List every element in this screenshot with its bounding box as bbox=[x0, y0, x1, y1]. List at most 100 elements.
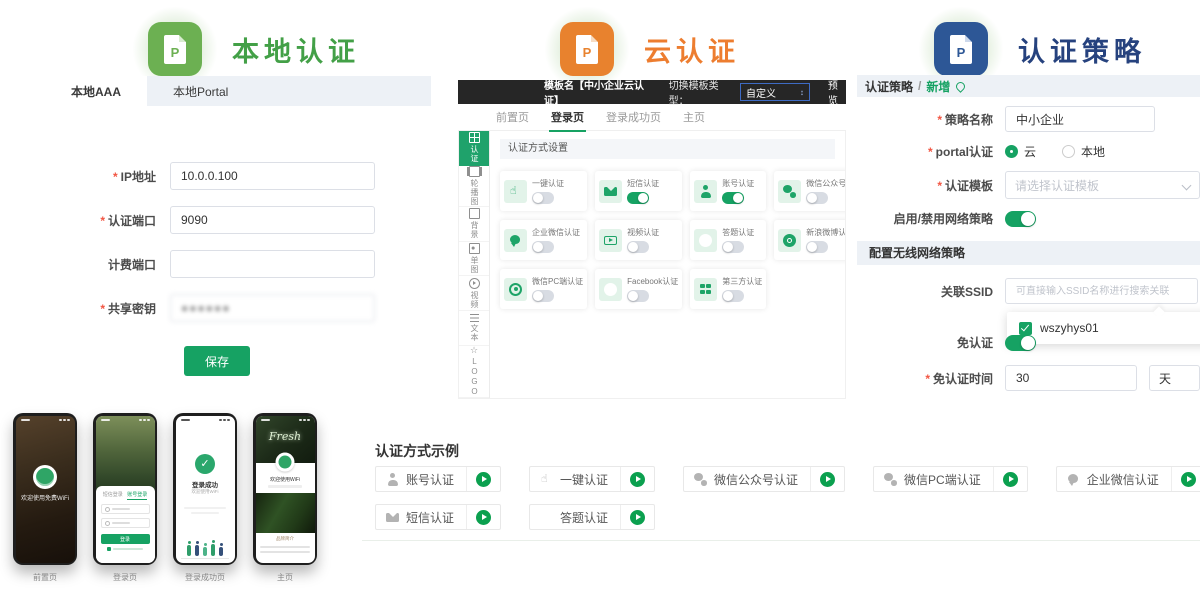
status-bar bbox=[261, 419, 310, 422]
free-auth-time-field[interactable] bbox=[1005, 365, 1137, 391]
phone-tab-sms-login[interactable]: 短信登录 bbox=[103, 491, 123, 500]
ssid-option[interactable]: wszyhys01 bbox=[1040, 321, 1099, 335]
checkbox-checked-icon[interactable] bbox=[1019, 322, 1032, 335]
ssid-dropdown: wszyhys01 bbox=[1007, 312, 1200, 344]
phone-caption: 前置页 bbox=[13, 572, 77, 583]
sidebar-item-auth[interactable]: 认证 bbox=[459, 131, 489, 166]
auth-policy-title: 认证策略 bbox=[1018, 30, 1146, 69]
free-auth-toggle[interactable] bbox=[1005, 335, 1036, 351]
play-icon bbox=[476, 510, 491, 525]
save-button[interactable]: 保存 bbox=[184, 346, 250, 376]
auth-template-label: *认证模板 bbox=[857, 177, 1005, 194]
wework-toggle[interactable] bbox=[532, 241, 554, 253]
time-unit-select[interactable]: 天 bbox=[1149, 365, 1200, 391]
facebook-toggle[interactable] bbox=[627, 290, 649, 302]
method-card-wechat-official: 微信公众号认证 bbox=[774, 171, 845, 211]
example-pill-sms: 短信认证 bbox=[375, 504, 501, 530]
sidebar-item-video[interactable]: 视频 bbox=[459, 276, 489, 311]
accounting-port-field[interactable] bbox=[170, 250, 375, 278]
sms-toggle[interactable] bbox=[627, 192, 649, 204]
method-card-video: 视频认证 bbox=[595, 220, 682, 260]
phone-password-field[interactable] bbox=[101, 518, 150, 528]
examples-section-title: 认证方式示例 bbox=[375, 441, 459, 461]
tab-local-portal[interactable]: 本地Portal bbox=[147, 76, 254, 106]
lock-icon bbox=[105, 521, 110, 526]
radio-option-cloud[interactable]: 云 bbox=[1005, 143, 1036, 160]
method-card-thirdparty: 第三方认证 bbox=[690, 269, 766, 309]
phone-login-button[interactable]: 登录 bbox=[101, 534, 150, 544]
tab-login-success-page[interactable]: 登录成功页 bbox=[606, 109, 661, 125]
play-icon bbox=[476, 472, 491, 487]
method-card-wechat-pc: 微信PC端认证 bbox=[500, 269, 587, 309]
cloud-auth-title: 云认证 bbox=[644, 30, 740, 69]
weibo-icon bbox=[783, 234, 796, 247]
video-toggle[interactable] bbox=[627, 241, 649, 253]
thirdparty-toggle[interactable] bbox=[722, 290, 744, 302]
form-row: 关联SSID wszyhys01 bbox=[857, 278, 1200, 304]
account-icon bbox=[699, 185, 712, 198]
welcome-text: 欢迎使用WiFi bbox=[256, 476, 315, 483]
checkbox-icon[interactable] bbox=[107, 547, 111, 551]
tab-home-page[interactable]: 主页 bbox=[683, 109, 705, 125]
weibo-toggle[interactable] bbox=[806, 241, 828, 253]
play-icon bbox=[1003, 472, 1018, 487]
play-icon bbox=[469, 278, 480, 289]
breadcrumb-root[interactable]: 认证策略 bbox=[865, 78, 913, 95]
shared-secret-field[interactable] bbox=[170, 294, 375, 322]
tab-front-page[interactable]: 前置页 bbox=[496, 109, 529, 125]
auth-port-field[interactable] bbox=[170, 206, 375, 234]
sidebar-item-logo[interactable]: ☆LOGO bbox=[459, 346, 489, 398]
auth-template-select[interactable]: 请选择认证模板 bbox=[1005, 171, 1200, 199]
form-row: *认证端口 bbox=[0, 206, 430, 234]
auth-port-label: *认证端口 bbox=[0, 212, 170, 229]
tab-login-page[interactable]: 登录页 bbox=[551, 109, 584, 125]
sidebar-item-text[interactable]: 文本 bbox=[459, 311, 489, 346]
quiz-toggle[interactable] bbox=[722, 241, 744, 253]
sidebar-item-background[interactable]: 背景 bbox=[459, 207, 489, 242]
example-pill-one-key: 一键认证 bbox=[529, 466, 655, 492]
play-button[interactable] bbox=[1172, 472, 1200, 487]
play-button[interactable] bbox=[467, 510, 500, 525]
radio-unselected-icon[interactable] bbox=[1062, 145, 1075, 158]
account-toggle[interactable] bbox=[722, 192, 744, 204]
template-type-select[interactable]: 自定义 ↕ bbox=[740, 83, 810, 101]
play-button[interactable] bbox=[994, 472, 1027, 487]
play-icon bbox=[1181, 472, 1196, 487]
status-bar bbox=[101, 419, 150, 422]
play-button[interactable] bbox=[811, 472, 844, 487]
phone-username-field[interactable] bbox=[101, 504, 150, 514]
auth-policy-form: *策略名称 *portal认证 云 本地 *认证模板 请选择认证模板 启用/禁用… bbox=[857, 106, 1200, 402]
phone-caption: 登录页 bbox=[93, 572, 157, 583]
image-icon bbox=[469, 243, 480, 254]
sidebar-item-image[interactable]: 单图 bbox=[459, 242, 489, 277]
play-button[interactable] bbox=[621, 472, 654, 487]
play-button[interactable] bbox=[467, 472, 500, 487]
template-page-tabs: 前置页 登录页 登录成功页 主页 bbox=[458, 104, 846, 131]
ip-address-field[interactable] bbox=[170, 162, 375, 190]
user-icon bbox=[105, 507, 110, 512]
template-editor-body: 认证 轮播图 背景 单图 视频 文本 ☆LOGO 认证方式设置 一键认证 短 bbox=[458, 131, 846, 399]
phone-mockup-login-page: 短信登录 账号登录 登录 bbox=[93, 413, 157, 565]
play-icon bbox=[630, 510, 645, 525]
ssid-search-input[interactable] bbox=[1005, 278, 1198, 304]
enable-network-policy-toggle[interactable] bbox=[1005, 211, 1036, 227]
form-row: 计费端口 bbox=[0, 250, 430, 278]
preview-button[interactable]: 预览 bbox=[828, 77, 846, 107]
free-auth-label: 免认证 bbox=[857, 334, 1005, 351]
one-key-toggle[interactable] bbox=[532, 192, 554, 204]
wechat-pc-toggle[interactable] bbox=[532, 290, 554, 302]
form-row: *portal认证 云 本地 bbox=[857, 143, 1200, 160]
free-auth-time-label: *免认证时间 bbox=[857, 370, 1005, 387]
sidebar-item-carousel[interactable]: 轮播图 bbox=[459, 166, 489, 207]
policy-name-field[interactable] bbox=[1005, 106, 1155, 132]
question-icon bbox=[540, 511, 553, 524]
radio-selected-icon[interactable] bbox=[1005, 145, 1018, 158]
phone-mockup-login-success-page: ✓ 登录成功 欢迎使用WiFi bbox=[173, 413, 237, 565]
wifi-logo-icon bbox=[33, 465, 57, 489]
tab-local-aaa[interactable]: 本地AAA bbox=[45, 76, 147, 106]
phone-tab-account-login[interactable]: 账号登录 bbox=[127, 491, 147, 500]
play-button[interactable] bbox=[621, 510, 654, 525]
wechat-official-toggle[interactable] bbox=[806, 192, 828, 204]
grid-icon bbox=[469, 132, 480, 143]
radio-option-local[interactable]: 本地 bbox=[1062, 143, 1105, 160]
